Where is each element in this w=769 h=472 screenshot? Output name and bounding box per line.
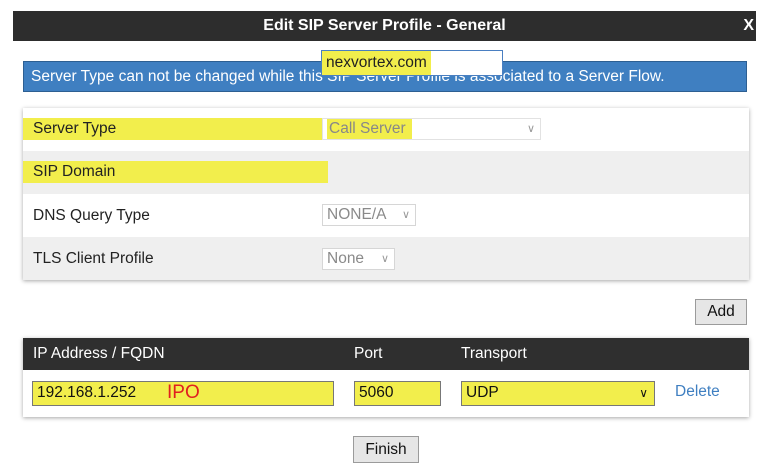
- server-type-row: Server Type Call Server ∨: [23, 108, 749, 151]
- tls-client-profile-row: TLS Client Profile None ∨: [23, 237, 749, 280]
- column-header-port: Port: [354, 345, 383, 362]
- dialog-titlebar: Edit SIP Server Profile - General X: [13, 11, 756, 41]
- column-header-address: IP Address / FQDN: [33, 345, 165, 362]
- dns-query-type-row: DNS Query Type NONE/A ∨: [23, 194, 749, 237]
- delete-link[interactable]: Delete: [675, 383, 720, 401]
- dns-query-type-select: NONE/A ∨: [322, 204, 416, 226]
- column-header-transport: Transport: [461, 345, 527, 362]
- sip-domain-row: SIP Domain: [23, 151, 749, 194]
- transport-select[interactable]: UDP ∨: [461, 381, 655, 406]
- close-icon[interactable]: X: [743, 17, 754, 35]
- profile-form: Server Type Call Server ∨ SIP Domain DNS…: [23, 108, 749, 280]
- address-input[interactable]: 192.168.1.252 IPO: [32, 381, 334, 406]
- ipo-annotation: IPO: [167, 382, 200, 403]
- table-row: 192.168.1.252 IPO 5060 UDP ∨ Delete: [23, 370, 749, 417]
- server-type-value: Call Server: [327, 119, 412, 139]
- table-header: IP Address / FQDN Port Transport: [23, 338, 749, 370]
- transport-value: UDP: [466, 384, 499, 401]
- chevron-down-icon: ∨: [401, 209, 410, 221]
- address-value: 192.168.1.252: [37, 384, 137, 401]
- sip-domain-value: nexvortex.com: [322, 51, 431, 75]
- tls-client-profile-value: None: [327, 250, 365, 267]
- tls-client-profile-select: None ∨: [322, 248, 395, 270]
- sip-domain-label: SIP Domain: [23, 161, 328, 183]
- chevron-down-icon: ∨: [639, 386, 648, 400]
- server-type-select: Call Server ∨: [322, 118, 541, 140]
- dns-query-type-label: DNS Query Type: [33, 207, 150, 224]
- dns-query-type-value: NONE/A: [327, 206, 387, 223]
- add-button[interactable]: Add: [695, 299, 747, 325]
- sip-domain-input[interactable]: nexvortex.com: [321, 50, 503, 76]
- chevron-down-icon: ∨: [526, 123, 535, 135]
- dialog-title: Edit SIP Server Profile - General: [263, 17, 506, 34]
- server-address-table: IP Address / FQDN Port Transport 192.168…: [23, 338, 749, 417]
- port-input[interactable]: 5060: [354, 381, 441, 406]
- finish-button[interactable]: Finish: [353, 436, 419, 463]
- tls-client-profile-label: TLS Client Profile: [33, 250, 154, 267]
- chevron-down-icon: ∨: [380, 253, 389, 265]
- server-type-label: Server Type: [23, 118, 328, 140]
